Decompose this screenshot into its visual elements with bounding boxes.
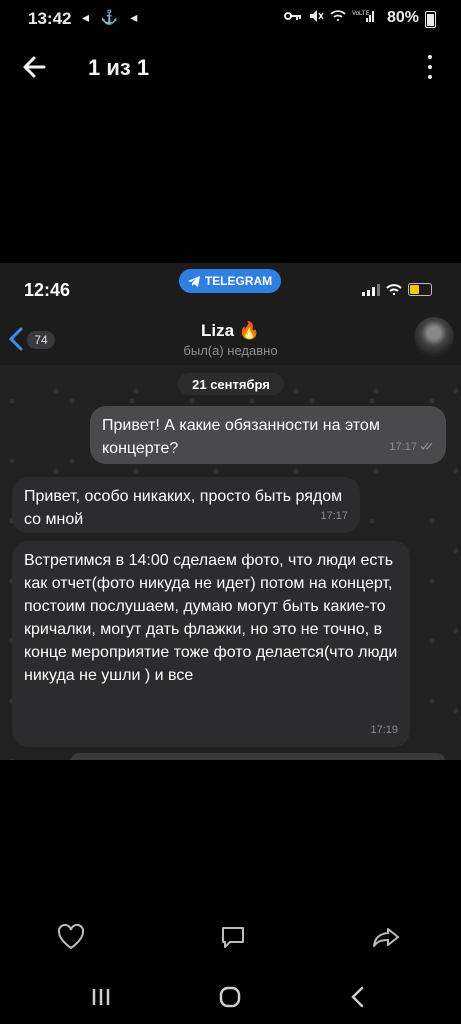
message-time: 17:19 xyxy=(370,724,398,736)
ios-system-icons xyxy=(362,283,432,296)
recents-icon xyxy=(92,989,110,1005)
wifi-icon xyxy=(386,283,402,295)
message-text: Привет! А какие обязанности на этом конц… xyxy=(102,417,380,457)
status-bar: 13:42 ◂ ⚓ ◂ VoLTE 80% xyxy=(0,0,461,38)
message-time: 17:17 xyxy=(320,510,348,522)
message-text: Привет, особо никаких, просто быть рядом… xyxy=(24,488,343,528)
key-icon xyxy=(284,12,301,20)
message-time: 17:17 xyxy=(389,436,434,459)
notification-icons: ◂ ⚓ ◂ xyxy=(82,9,142,25)
chevron-left-icon xyxy=(351,986,364,1008)
avatar xyxy=(414,317,454,357)
ios-time: 12:46 xyxy=(24,280,71,300)
screenshot-image[interactable]: 12:46 TELEGRAM 74 Liza 🔥 был(а) недавно … xyxy=(0,263,461,760)
message-bubble-incoming: Встретимся в 14:00 сделаем фото, что люд… xyxy=(12,541,410,747)
signal-icon xyxy=(362,283,380,296)
dot xyxy=(428,55,432,59)
heart-icon xyxy=(57,923,85,950)
message-bubble-outgoing: Привет! А какие обязанности на этом конц… xyxy=(90,406,446,464)
contact-name: Liza 🔥 xyxy=(201,321,260,340)
navigation-bar xyxy=(0,980,461,1014)
comment-button[interactable] xyxy=(218,922,248,952)
dot xyxy=(428,75,432,79)
chat-header: 74 Liza 🔥 был(а) недавно xyxy=(0,313,461,365)
share-button[interactable] xyxy=(371,922,401,952)
svg-text:VoLTE: VoLTE xyxy=(352,11,370,17)
back-button[interactable] xyxy=(20,52,50,82)
arrow-left-icon xyxy=(23,56,46,78)
telegram-label: TELEGRAM xyxy=(204,274,273,288)
telegram-icon xyxy=(187,275,200,287)
mute-icon xyxy=(310,10,324,22)
recents-button[interactable] xyxy=(86,980,116,1014)
read-checkmarks-icon xyxy=(420,442,433,451)
home-icon xyxy=(219,986,241,1008)
date-separator: 21 сентября xyxy=(178,373,284,395)
ios-battery-icon xyxy=(408,283,432,296)
message-bubble-incoming: Привет, особо никаких, просто быть рядом… xyxy=(12,477,360,533)
message-bubble-partial xyxy=(70,753,446,760)
telegram-pill: TELEGRAM xyxy=(179,269,281,293)
message-text: Встретимся в 14:00 сделаем фото, что люд… xyxy=(24,552,398,684)
like-button[interactable] xyxy=(56,922,86,952)
back-nav-button[interactable] xyxy=(343,980,373,1014)
image-counter: 1 из 1 xyxy=(88,55,150,80)
system-icons: VoLTE xyxy=(284,9,374,23)
home-button[interactable] xyxy=(215,980,245,1014)
signal-volte-icon: VoLTE xyxy=(352,11,374,22)
contact-status: был(а) недавно xyxy=(183,343,278,358)
battery-percent: 80% xyxy=(387,9,420,26)
battery-icon xyxy=(425,11,436,28)
viewer-toolbar: 1 из 1 xyxy=(0,40,461,96)
more-options-button[interactable] xyxy=(420,52,440,82)
share-icon xyxy=(373,928,399,947)
status-time: 13:42 xyxy=(28,9,72,28)
comment-icon xyxy=(222,927,244,948)
ios-status-bar: 12:46 TELEGRAM xyxy=(0,263,461,313)
wifi-icon xyxy=(330,10,346,21)
dot xyxy=(428,65,432,69)
action-bar xyxy=(0,922,461,958)
